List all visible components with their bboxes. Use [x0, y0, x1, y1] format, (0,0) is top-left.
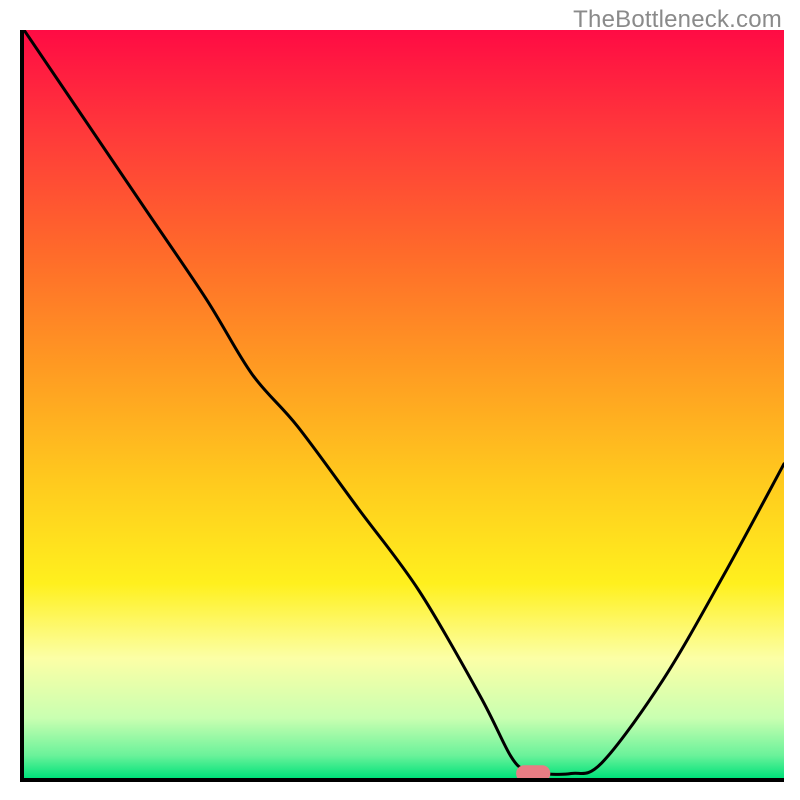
chart-plot [24, 30, 784, 778]
chart-background-gradient [24, 30, 784, 778]
chart-axes [20, 30, 784, 782]
optimal-point-marker [516, 765, 550, 778]
